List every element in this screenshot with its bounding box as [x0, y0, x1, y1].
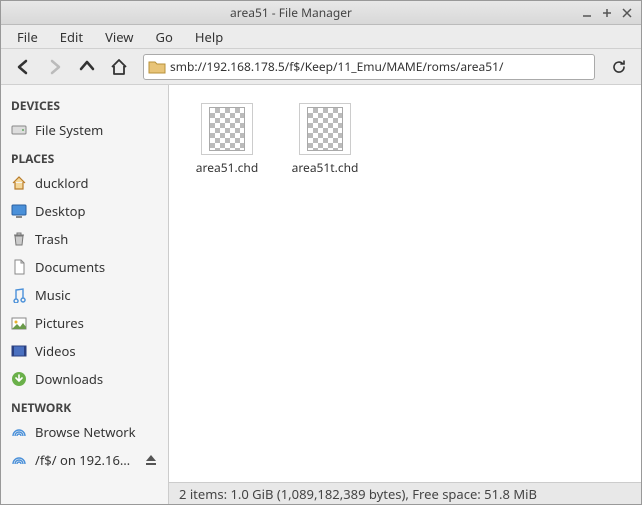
sidebar-item-label: Pictures [35, 314, 158, 332]
file-area[interactable]: area51.chd area51t.chd [169, 85, 641, 482]
window-title: area51 - File Manager [7, 4, 575, 21]
maximize-button[interactable] [599, 5, 615, 21]
forward-button[interactable] [41, 53, 69, 81]
sidebar-item-downloads[interactable]: Downloads [1, 365, 168, 393]
network-share-icon [11, 452, 27, 468]
videos-icon [11, 343, 27, 359]
sidebar-item-label: /f$/ on 192.168.17… [35, 451, 136, 469]
minimize-button[interactable] [579, 5, 595, 21]
sidebar-section-places: PLACES [1, 144, 168, 169]
sidebar-item-desktop[interactable]: Desktop [1, 197, 168, 225]
file-item[interactable]: area51.chd [187, 103, 267, 176]
reload-icon [611, 59, 627, 75]
sidebar-item-music[interactable]: Music [1, 281, 168, 309]
network-icon [11, 424, 27, 440]
sidebar-item-mounted-share[interactable]: /f$/ on 192.168.17… [1, 446, 168, 474]
file-item[interactable]: area51t.chd [285, 103, 365, 176]
location-input[interactable] [170, 58, 590, 75]
sidebar-section-network: NETWORK [1, 393, 168, 418]
menu-view[interactable]: View [95, 26, 143, 48]
downloads-icon [11, 371, 27, 387]
sidebar-item-pictures[interactable]: Pictures [1, 309, 168, 337]
menu-file[interactable]: File [7, 26, 48, 48]
status-text: 2 items: 1.0 GiB (1,089,182,389 bytes), … [179, 485, 537, 503]
sidebar-section-devices: DEVICES [1, 91, 168, 116]
arrow-up-icon [78, 58, 96, 76]
menu-help[interactable]: Help [185, 26, 233, 48]
statusbar: 2 items: 1.0 GiB (1,089,182,389 bytes), … [169, 482, 641, 504]
sidebar-item-label: Browse Network [35, 423, 158, 441]
sidebar-item-videos[interactable]: Videos [1, 337, 168, 365]
music-icon [11, 287, 27, 303]
sidebar-item-home[interactable]: ducklord [1, 169, 168, 197]
back-button[interactable] [9, 53, 37, 81]
home-icon [110, 58, 128, 76]
sidebar-item-label: Desktop [35, 202, 158, 220]
menubar: File Edit View Go Help [1, 25, 641, 49]
menu-edit[interactable]: Edit [50, 26, 93, 48]
document-icon [11, 259, 27, 275]
sidebar-item-label: ducklord [35, 174, 158, 192]
drive-icon [11, 122, 27, 138]
sidebar-item-label: Videos [35, 342, 158, 360]
up-button[interactable] [73, 53, 101, 81]
sidebar-item-label: Music [35, 286, 158, 304]
titlebar: area51 - File Manager [1, 1, 641, 25]
sidebar-item-documents[interactable]: Documents [1, 253, 168, 281]
toolbar [1, 49, 641, 85]
location-bar[interactable] [143, 54, 595, 80]
body: DEVICES File System PLACES ducklord Desk… [1, 85, 641, 504]
sidebar-item-label: Downloads [35, 370, 158, 388]
desktop-icon [11, 203, 27, 219]
pictures-icon [11, 315, 27, 331]
trash-icon [11, 231, 27, 247]
sidebar-item-browse-network[interactable]: Browse Network [1, 418, 168, 446]
content-area: area51.chd area51t.chd 2 items: 1.0 GiB … [169, 85, 641, 504]
folder-icon [148, 58, 166, 76]
home-button[interactable] [105, 53, 133, 81]
menu-go[interactable]: Go [146, 26, 183, 48]
reload-button[interactable] [605, 53, 633, 81]
home-icon [11, 175, 27, 191]
arrow-right-icon [46, 58, 64, 76]
eject-button[interactable] [144, 453, 158, 467]
sidebar-item-trash[interactable]: Trash [1, 225, 168, 253]
file-name: area51t.chd [292, 159, 359, 176]
file-icon [201, 103, 253, 155]
sidebar-item-label: Documents [35, 258, 158, 276]
sidebar: DEVICES File System PLACES ducklord Desk… [1, 85, 169, 504]
close-button[interactable] [619, 5, 635, 21]
arrow-left-icon [14, 58, 32, 76]
sidebar-item-label: Trash [35, 230, 158, 248]
sidebar-item-filesystem[interactable]: File System [1, 116, 168, 144]
file-icon [299, 103, 351, 155]
sidebar-item-label: File System [35, 121, 158, 139]
file-name: area51.chd [196, 159, 258, 176]
